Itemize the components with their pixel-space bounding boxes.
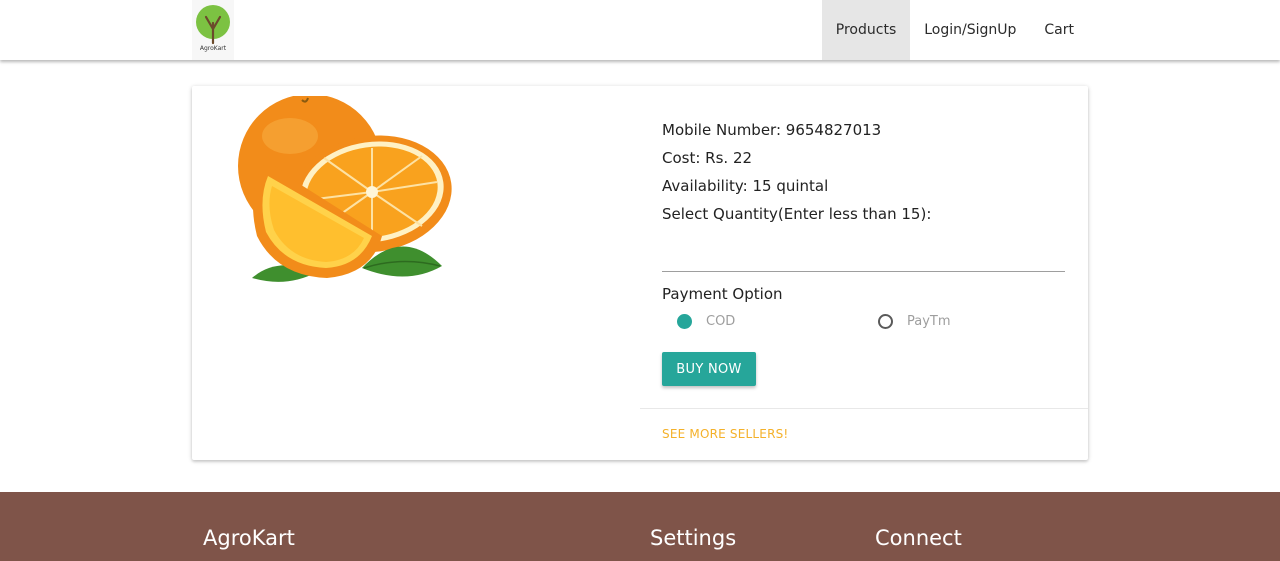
nav-item-products[interactable]: Products [821,0,911,60]
cost: Cost: Rs. 22 [662,149,753,167]
card-divider [640,408,1088,409]
mobile-number: Mobile Number: 9654827013 [662,121,882,139]
brand-name: AgroKart [199,45,227,52]
footer-heading-settings: Settings [650,526,737,550]
quantity-input[interactable] [662,242,1065,272]
navbar: AgroKart Products Login/SignUp Cart [0,0,1280,60]
buy-now-button[interactable]: BUY NOW [662,352,756,386]
orange-image [238,96,452,282]
tree-icon [196,5,230,45]
nav-item-cart[interactable]: Cart [1030,0,1088,60]
nav-menu: Products Login/SignUp Cart [821,0,1088,60]
payment-option-label: Payment Option [662,285,783,303]
nav-item-login-signup[interactable]: Login/SignUp [910,0,1030,60]
footer: AgroKart Settings Connect [0,492,1280,561]
see-more-sellers-link[interactable]: SEE MORE SELLERS! [662,427,788,441]
payment-cod-radio[interactable]: COD [677,314,735,329]
quantity-label: Select Quantity(Enter less than 15): [662,205,932,223]
product-info: Mobile Number: 9654827013 Cost: Rs. 22 A… [662,116,1066,272]
footer-heading-connect: Connect [875,526,962,550]
payment-paytm-radio[interactable]: PayTm [878,314,951,329]
availability: Availability: 15 quintal [662,177,829,195]
radio-unchecked-icon [878,314,893,329]
product-card: Mobile Number: 9654827013 Cost: Rs. 22 A… [192,86,1088,460]
payment-cod-label: COD [706,314,736,329]
brand-logo[interactable]: AgroKart [192,0,234,60]
radio-checked-icon [677,314,692,329]
footer-heading-agrokart: AgroKart [203,526,295,550]
payment-paytm-label: PayTm [907,314,951,329]
